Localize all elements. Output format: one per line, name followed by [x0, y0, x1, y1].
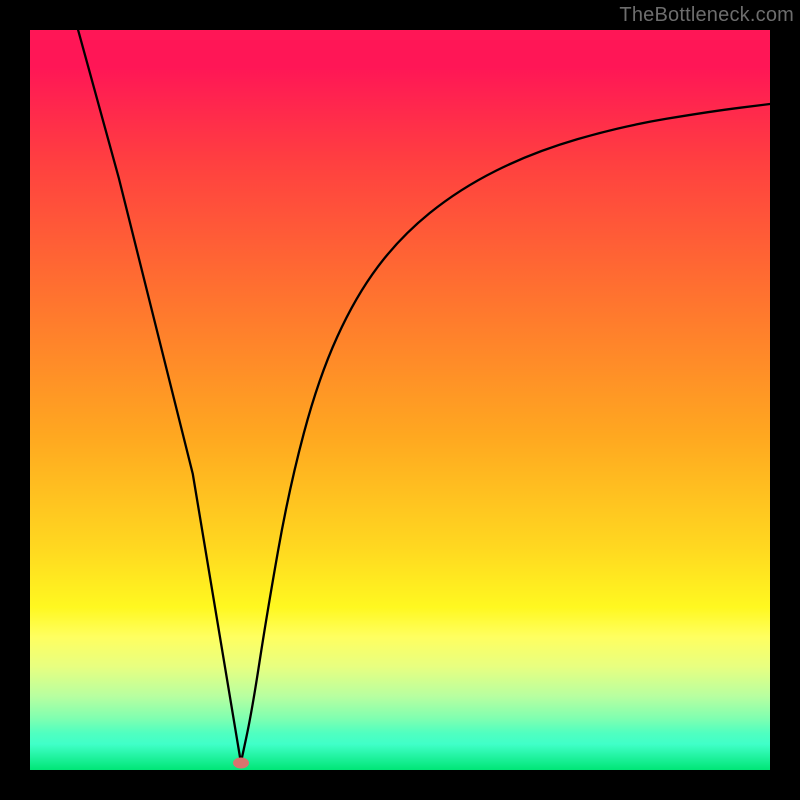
chart-plot-area [30, 30, 770, 770]
curve-right-branch [241, 104, 770, 763]
minimum-marker [233, 757, 249, 768]
chart-curve-svg [30, 30, 770, 770]
watermark-text: TheBottleneck.com [619, 4, 794, 27]
curve-left-branch [78, 30, 241, 763]
